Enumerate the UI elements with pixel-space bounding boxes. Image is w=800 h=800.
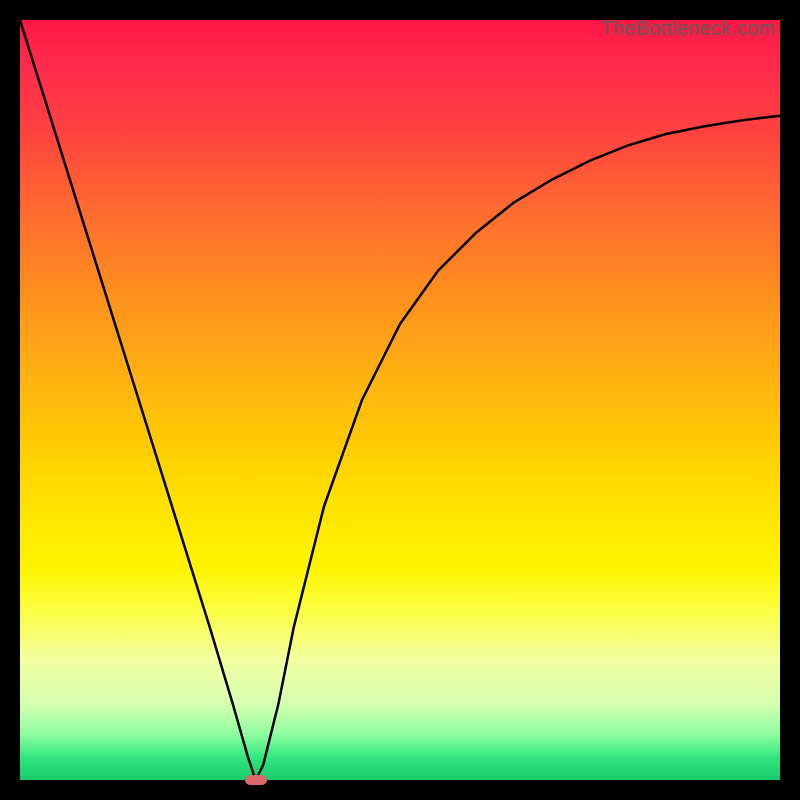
chart-frame: TheBottleneck.com: [20, 20, 780, 780]
curve-path: [20, 20, 780, 780]
minimum-marker: [245, 775, 267, 785]
chart-curve: [20, 20, 780, 780]
